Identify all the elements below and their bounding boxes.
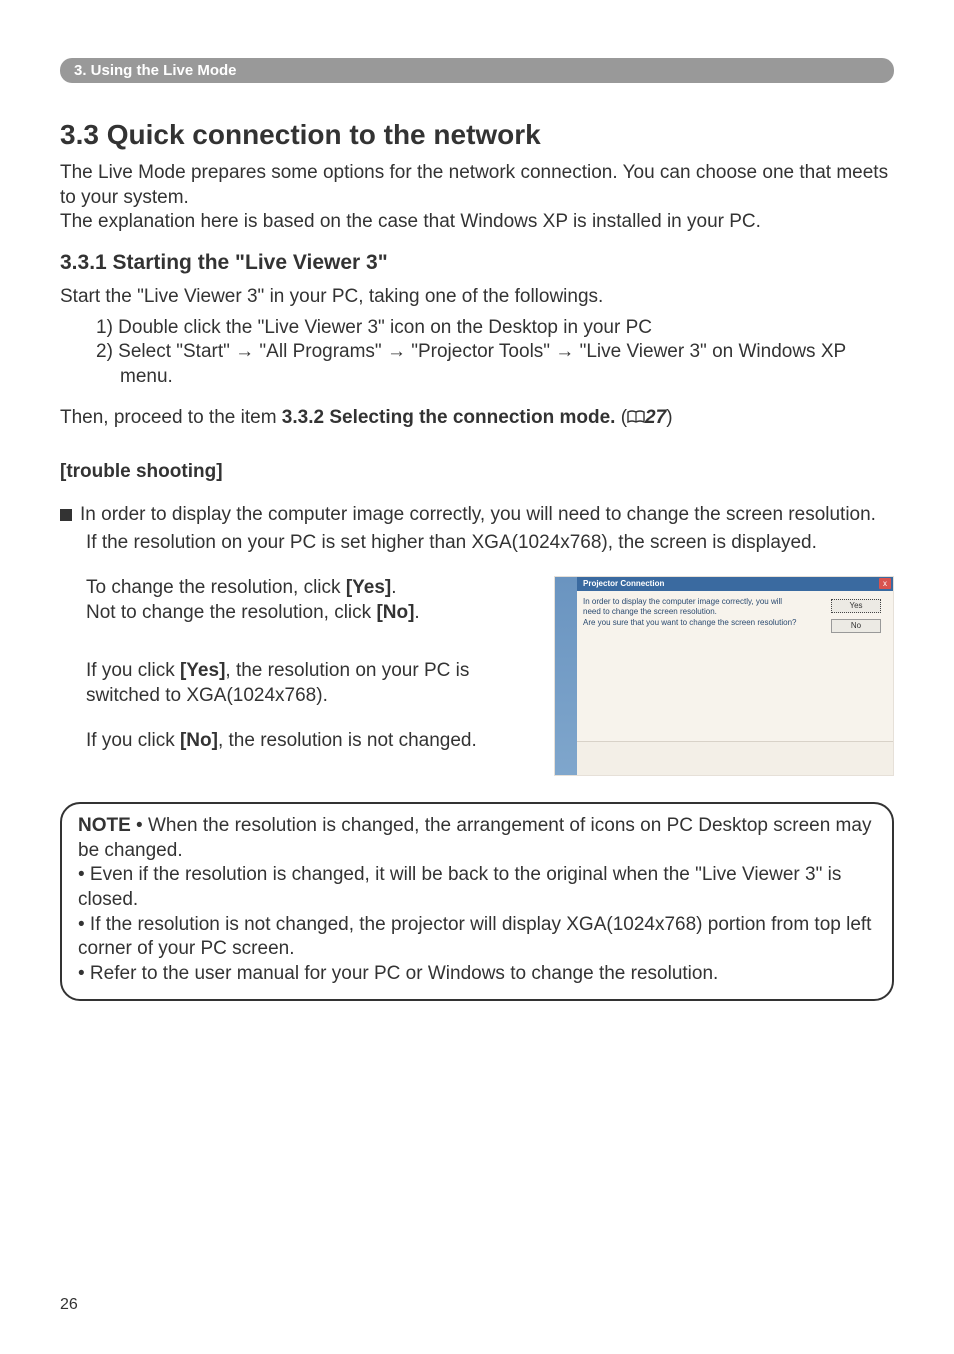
start-steps-list: 1) Double click the "Live Viewer 3" icon…: [60, 316, 894, 390]
dialog-line-1: In order to display the computer image c…: [583, 597, 821, 607]
bullet-resolution: In order to display the computer image c…: [60, 503, 894, 528]
click-no-result: If you click [No], the resolution is not…: [60, 729, 524, 754]
note-2: • Even if the resolution is changed, it …: [78, 863, 876, 912]
change-post: .: [391, 577, 396, 598]
dialog-line-2: need to change the screen resolution.: [583, 607, 821, 617]
step-2: 2) Select "Start" → "All Programs" → "Pr…: [96, 340, 894, 389]
dialog-line-3: Are you sure that you want to change the…: [583, 618, 821, 628]
proceed-open: (: [615, 407, 627, 428]
step-1: 1) Double click the "Live Viewer 3" icon…: [96, 316, 894, 341]
section-banner: 3. Using the Live Mode: [60, 58, 894, 83]
intro-paragraph-2: The explanation here is based on the cas…: [60, 210, 894, 235]
nochange-no-bold: [No]: [376, 602, 414, 623]
yes-pre: If you click: [86, 660, 180, 681]
square-bullet-icon: [60, 509, 72, 521]
change-yes-bold: [Yes]: [346, 577, 391, 598]
note-4: • Refer to the user manual for your PC o…: [78, 962, 876, 987]
trouble-shooting-heading: [trouble shooting]: [60, 461, 894, 483]
nochange-post: .: [414, 602, 419, 623]
start-line: Start the "Live Viewer 3" in your PC, ta…: [60, 285, 894, 310]
page-number: 26: [60, 1296, 78, 1314]
note-box: NOTE • When the resolution is changed, t…: [60, 802, 894, 1001]
no-bold: [No]: [180, 730, 218, 751]
change-yes-line: To change the resolution, click [Yes].: [60, 576, 524, 601]
proceed-bold: 3.3.2 Selecting the connection mode.: [282, 407, 616, 428]
yes-button[interactable]: Yes: [831, 599, 881, 613]
heading-3-3-1: 3.3.1 Starting the "Live Viewer 3": [60, 251, 894, 275]
proceed-close: ): [666, 407, 672, 428]
change-no-line: Not to change the resolution, click [No]…: [60, 601, 524, 626]
proceed-line: Then, proceed to the item 3.3.2 Selectin…: [60, 406, 894, 431]
bullet-resolution-followup: If the resolution on your PC is set high…: [60, 531, 894, 556]
heading-3-3: 3.3 Quick connection to the network: [60, 119, 894, 151]
intro-paragraph-1: The Live Mode prepares some options for …: [60, 161, 894, 210]
no-pre: If you click: [86, 730, 180, 751]
projector-connection-dialog: Projector Connection x In order to displ…: [554, 576, 894, 776]
dialog-title-text: Projector Connection: [583, 579, 664, 588]
bullet-resolution-text: In order to display the computer image c…: [80, 503, 876, 528]
no-button[interactable]: No: [831, 619, 881, 633]
nochange-pre: Not to change the resolution, click: [86, 602, 376, 623]
book-icon: [627, 410, 645, 424]
proceed-pre: Then, proceed to the item: [60, 407, 282, 428]
dialog-body: In order to display the computer image c…: [583, 597, 821, 628]
dialog-title-bar: Projector Connection: [577, 577, 893, 591]
close-icon[interactable]: x: [879, 578, 891, 589]
dialog-footer: [577, 741, 893, 775]
yes-bold: [Yes]: [180, 660, 225, 681]
note-1: • When the resolution is changed, the ar…: [78, 815, 871, 861]
proceed-page-ref: 27: [645, 407, 666, 428]
change-pre: To change the resolution, click: [86, 577, 346, 598]
dialog-sidebar: [555, 577, 577, 775]
note-label: NOTE: [78, 815, 131, 836]
no-post: , the resolution is not changed.: [218, 730, 477, 751]
section-banner-text: 3. Using the Live Mode: [74, 62, 237, 79]
click-yes-result: If you click [Yes], the resolution on yo…: [60, 659, 524, 708]
note-3: • If the resolution is not changed, the …: [78, 913, 876, 962]
